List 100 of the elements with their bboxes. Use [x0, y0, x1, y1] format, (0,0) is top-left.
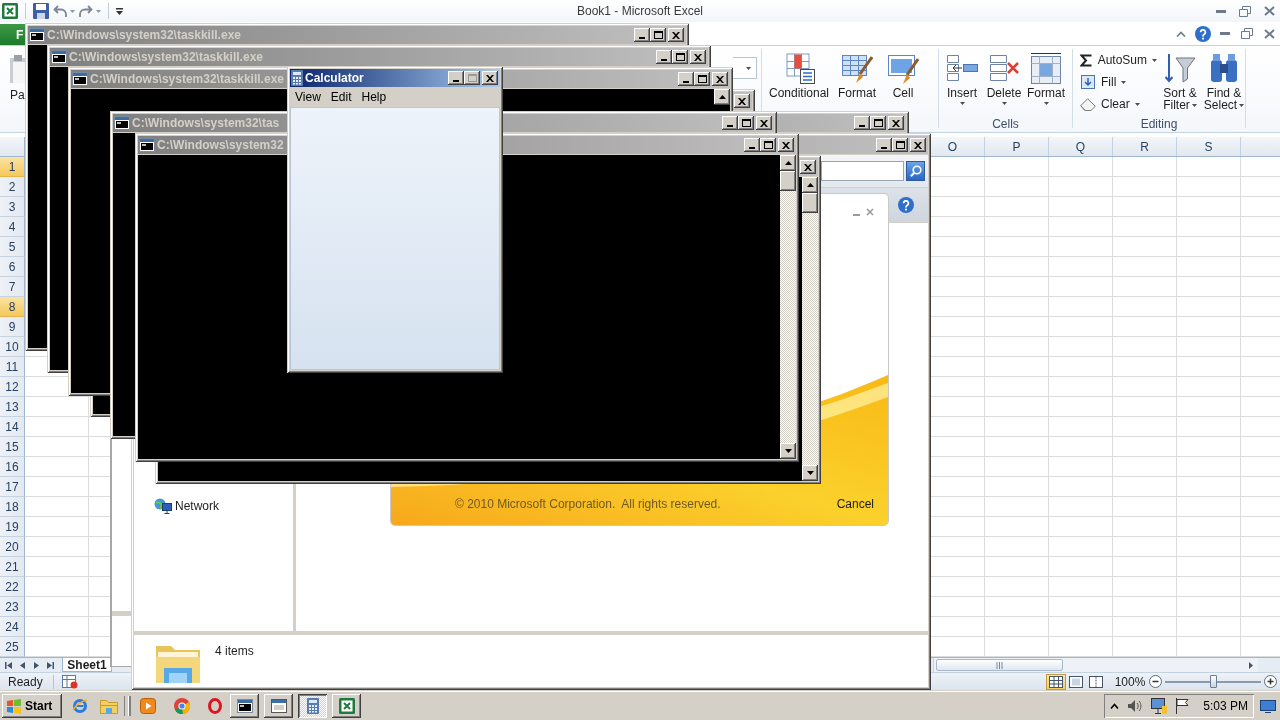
search-button[interactable] [906, 161, 925, 181]
close-button[interactable] [668, 28, 684, 42]
zoom-percent[interactable]: 100% [1114, 674, 1146, 689]
minimize-button[interactable] [854, 116, 870, 130]
minimize-button[interactable] [876, 138, 892, 152]
nav-item[interactable]: Network [154, 498, 219, 514]
maximize-button[interactable] [760, 138, 776, 152]
taskbar-button[interactable] [264, 694, 293, 718]
close-button[interactable] [690, 50, 706, 64]
close-icon [738, 97, 746, 105]
minimize-button[interactable] [722, 116, 738, 130]
minimize-button[interactable] [634, 28, 650, 42]
slider-thumb[interactable] [1210, 674, 1217, 688]
minimize-button[interactable] [448, 71, 464, 85]
close-button[interactable] [800, 160, 816, 174]
ribbon-button[interactable]: Format [1026, 52, 1066, 105]
down-arrow-icon [784, 449, 792, 453]
close-button[interactable] [734, 94, 750, 108]
close-icon [914, 141, 922, 149]
sheet-nav-button[interactable] [4, 660, 12, 670]
close-button[interactable] [888, 116, 904, 130]
file-tab[interactable]: F [0, 24, 25, 45]
ribbon-button[interactable]: Sort & Filter [1159, 52, 1201, 111]
scroll-thumb[interactable] [802, 193, 818, 213]
save-button[interactable] [33, 3, 49, 19]
close-button[interactable] [482, 71, 498, 85]
ribbon-button[interactable]: AutoSum [1078, 50, 1157, 70]
sheet-nav-button[interactable] [32, 660, 40, 670]
close-icon [672, 31, 680, 39]
maximize-button[interactable] [650, 28, 666, 42]
taskbar-button[interactable] [332, 694, 361, 718]
window-title: C:\Windows\system32\tas [132, 116, 280, 130]
zoom-in-button[interactable] [1264, 675, 1277, 688]
caret-icon [1239, 104, 1245, 108]
ribbon-button[interactable]: Find & Select [1203, 52, 1245, 111]
view-button[interactable] [1046, 673, 1066, 690]
start-button[interactable]: Start [2, 694, 62, 718]
cancel-button[interactable]: Cancel [836, 497, 874, 511]
row-header: 24 [0, 617, 25, 637]
undo-button[interactable] [53, 5, 75, 17]
ribbon-button[interactable]: Delete [984, 52, 1024, 105]
redo-button[interactable] [79, 5, 101, 17]
help-button[interactable] [898, 197, 914, 213]
ribbon-button[interactable]: Clear [1078, 94, 1157, 114]
record-macro-button[interactable] [61, 674, 78, 689]
close-button[interactable] [778, 138, 794, 152]
taskbar-button[interactable] [230, 694, 259, 718]
zoom-out-button[interactable] [1149, 675, 1162, 688]
scroll-up-button[interactable] [780, 155, 796, 171]
table-brush-icon [841, 52, 873, 84]
menu-item[interactable]: Edit [325, 88, 357, 106]
scroll-up-button[interactable] [802, 177, 818, 193]
taskbar-button[interactable] [298, 694, 327, 718]
menu-item[interactable]: Help [356, 88, 392, 106]
ribbon-button[interactable]: Fill [1078, 72, 1157, 92]
paste-button[interactable]: Pa [0, 46, 25, 132]
maximize-button[interactable] [694, 72, 710, 86]
view-button[interactable] [1066, 673, 1086, 690]
sheet-nav-button[interactable] [18, 660, 26, 670]
close-button[interactable] [910, 138, 926, 152]
caret-icon [1121, 80, 1127, 84]
scroll-thumb[interactable] [936, 659, 1063, 671]
grid-highlight-icon [783, 52, 815, 84]
ribbon-button[interactable]: Format [835, 52, 879, 99]
ribbon-button[interactable]: Insert [942, 52, 982, 105]
view-button[interactable] [1086, 673, 1106, 690]
minimize-icon [859, 125, 865, 127]
menu-item[interactable]: View [290, 88, 326, 106]
redo-icon [79, 5, 93, 17]
quick-launch-button[interactable] [172, 695, 192, 717]
ribbon-button[interactable]: Conditional [765, 52, 833, 99]
toolbar-menu-icon [116, 7, 123, 15]
scroll-down-button[interactable] [780, 443, 796, 459]
ribbon-button[interactable]: Cell [881, 52, 925, 99]
scroll-up-button[interactable] [714, 89, 730, 105]
row-header: 19 [0, 517, 25, 537]
search-field[interactable] [821, 161, 904, 181]
help-icon [1195, 25, 1211, 42]
customize-toolbar-button[interactable] [116, 7, 123, 15]
sheet-tab[interactable]: Sheet1 [62, 658, 112, 672]
minimize-button[interactable] [678, 72, 694, 86]
maximize-button[interactable] [672, 50, 688, 64]
minimize-button[interactable] [744, 138, 760, 152]
scroll-down-button[interactable] [802, 465, 818, 481]
restore-button[interactable] [1237, 3, 1253, 19]
quick-launch-button[interactable] [205, 695, 225, 717]
help-icon [898, 197, 914, 213]
minimize-button[interactable] [656, 50, 672, 64]
sheet-nav-button[interactable] [46, 660, 54, 670]
maximize-button[interactable] [892, 138, 908, 152]
grid-arrow-icon [946, 52, 978, 84]
maximize-button[interactable] [738, 116, 754, 130]
help-button[interactable] [1195, 25, 1211, 42]
scroll-thumb[interactable] [780, 171, 796, 191]
toolbar-handle[interactable] [124, 696, 129, 716]
maximize-button[interactable] [870, 116, 886, 130]
close-button[interactable] [712, 72, 728, 86]
quick-launch-button[interactable] [138, 695, 158, 717]
close-button[interactable] [756, 116, 772, 130]
restore-button[interactable] [1239, 25, 1255, 42]
